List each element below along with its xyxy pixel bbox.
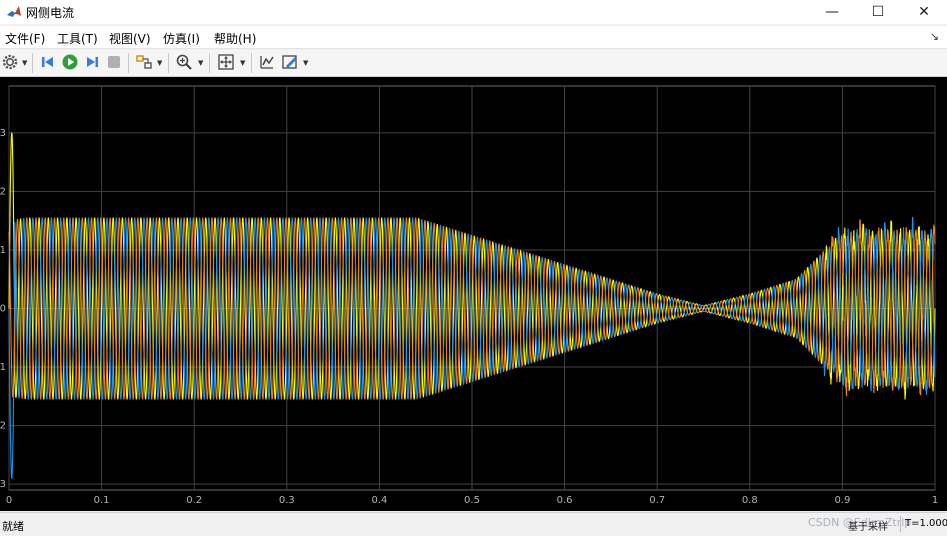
menu-overflow-icon[interactable]: ↘: [930, 30, 939, 43]
gear-dropdown-icon[interactable]: ▼: [22, 59, 27, 67]
style-dropdown-icon[interactable]: ▼: [303, 59, 308, 67]
sim-time: T=1.000: [905, 518, 947, 529]
x-tick-label: 0.6: [557, 495, 573, 506]
y-tick-label: 1: [0, 245, 6, 256]
minimize-icon: —: [825, 4, 839, 20]
maximize-icon: ☐: [871, 4, 885, 20]
zoom-icon[interactable]: [175, 53, 193, 71]
step-forward-icon[interactable]: [83, 53, 101, 71]
x-tick-label: 0.5: [464, 495, 480, 506]
highlight-dropdown-icon[interactable]: ▼: [157, 59, 162, 67]
cursor-measure-icon[interactable]: [258, 53, 276, 71]
menu-help[interactable]: 帮助(H): [214, 30, 256, 47]
menu-simulation[interactable]: 仿真(I): [163, 30, 200, 47]
status-bar: 就绪 CSDN @EdkmZtrlp 基于采样 T=1.000: [0, 512, 947, 536]
zoom-dropdown-icon[interactable]: ▼: [198, 59, 203, 67]
y-tick-label: -2: [0, 421, 6, 432]
y-tick-label: 3: [0, 128, 6, 139]
close-button[interactable]: ✕: [901, 0, 947, 24]
style-icon[interactable]: [281, 53, 299, 71]
x-tick-label: 0.2: [186, 495, 202, 506]
stop-icon[interactable]: [105, 53, 123, 71]
sample-mode-label: 基于采样: [848, 522, 888, 533]
y-tick-label: -3: [0, 479, 6, 490]
menu-view[interactable]: 视图(V): [109, 30, 151, 47]
window-title: 网侧电流: [26, 6, 75, 20]
title-bar: 网侧电流 — ☐ ✕: [0, 0, 947, 24]
toolbar-separator: [251, 53, 252, 73]
matlab-logo-icon: [6, 4, 22, 20]
x-tick-label: 0.3: [279, 495, 295, 506]
toolbar-separator: [168, 53, 169, 73]
run-icon[interactable]: [61, 53, 79, 71]
x-tick-label: 0.1: [94, 495, 110, 506]
y-tick-label: -1: [0, 362, 6, 373]
x-tick-label: 0.4: [371, 495, 387, 506]
close-icon: ✕: [918, 4, 930, 20]
minimize-button[interactable]: —: [809, 0, 855, 24]
menu-file[interactable]: 文件(F): [5, 30, 45, 47]
status-text: 就绪: [2, 520, 24, 533]
toolbar: ▼ ▼ ▼ ▼ ▼: [0, 50, 947, 77]
x-tick-label: 1: [932, 495, 938, 506]
status-separator: [900, 516, 901, 532]
menu-bar: 文件(F) 工具(T) 视图(V) 仿真(I) 帮助(H) ↘: [0, 26, 947, 49]
toolbar-separator: [128, 53, 129, 73]
x-tick-label: 0.8: [742, 495, 758, 506]
gear-icon[interactable]: [1, 53, 19, 71]
step-back-icon[interactable]: [39, 53, 57, 71]
x-tick-label: 0.7: [649, 495, 665, 506]
toolbar-separator: [32, 53, 33, 73]
y-tick-label: 2: [0, 186, 6, 197]
maximize-button[interactable]: ☐: [855, 0, 901, 24]
fit-dropdown-icon[interactable]: ▼: [240, 59, 245, 67]
x-tick-label: 0: [6, 495, 12, 506]
highlight-icon[interactable]: [135, 53, 153, 71]
line-chart: 0 0.1 0.2 0.3 0.4 0.5 0.6 0.7 0.8 0.9 1 -3 -2 -1 0 1 2 3: [0, 85, 938, 506]
x-tick-label: 0.9: [834, 495, 850, 506]
toolbar-separator: [209, 53, 210, 73]
y-tick-label: 0: [0, 303, 6, 314]
scope-display: 0 0.1 0.2 0.3 0.4 0.5 0.6 0.7 0.8 0.9 1 -3 -2 -1 0 1 2 3: [0, 77, 947, 511]
fit-to-view-icon[interactable]: [217, 53, 235, 71]
menu-tools[interactable]: 工具(T): [57, 30, 98, 47]
